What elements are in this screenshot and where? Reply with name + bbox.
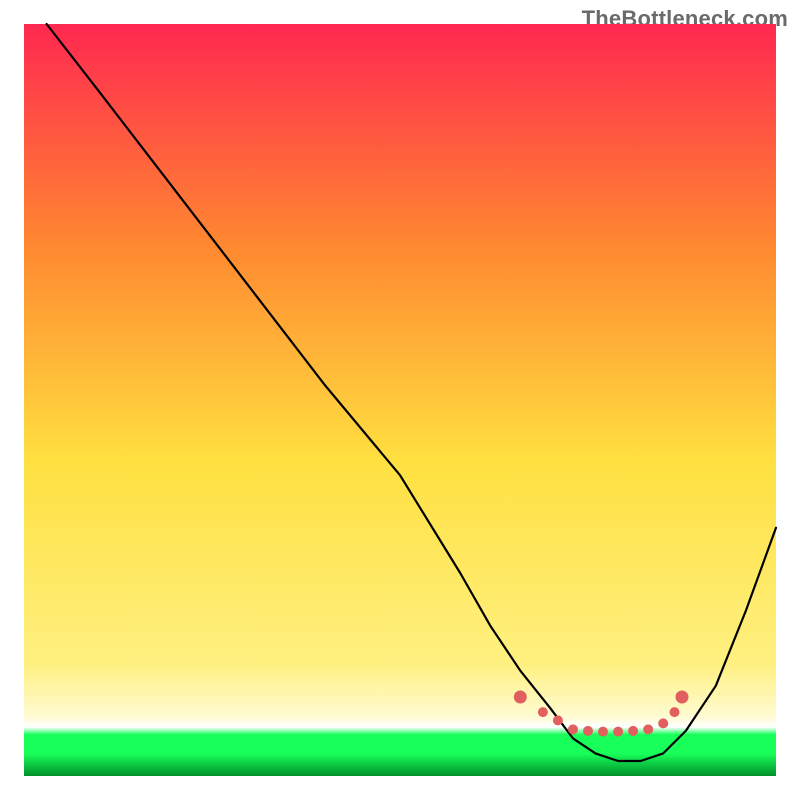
gradient-background <box>24 24 776 776</box>
optimal-dot <box>613 727 623 737</box>
optimal-dot <box>670 707 680 717</box>
optimal-dot <box>553 715 563 725</box>
optimal-dot <box>568 724 578 734</box>
optimal-dot <box>658 718 668 728</box>
optimal-dot <box>598 727 608 737</box>
optimal-dot <box>583 726 593 736</box>
bottleneck-chart: TheBottleneck.com <box>0 0 800 800</box>
optimal-dot <box>628 726 638 736</box>
optimal-dot <box>676 691 689 704</box>
optimal-dot <box>538 707 548 717</box>
chart-canvas <box>0 0 800 800</box>
optimal-dot <box>643 724 653 734</box>
optimal-dot <box>514 691 527 704</box>
